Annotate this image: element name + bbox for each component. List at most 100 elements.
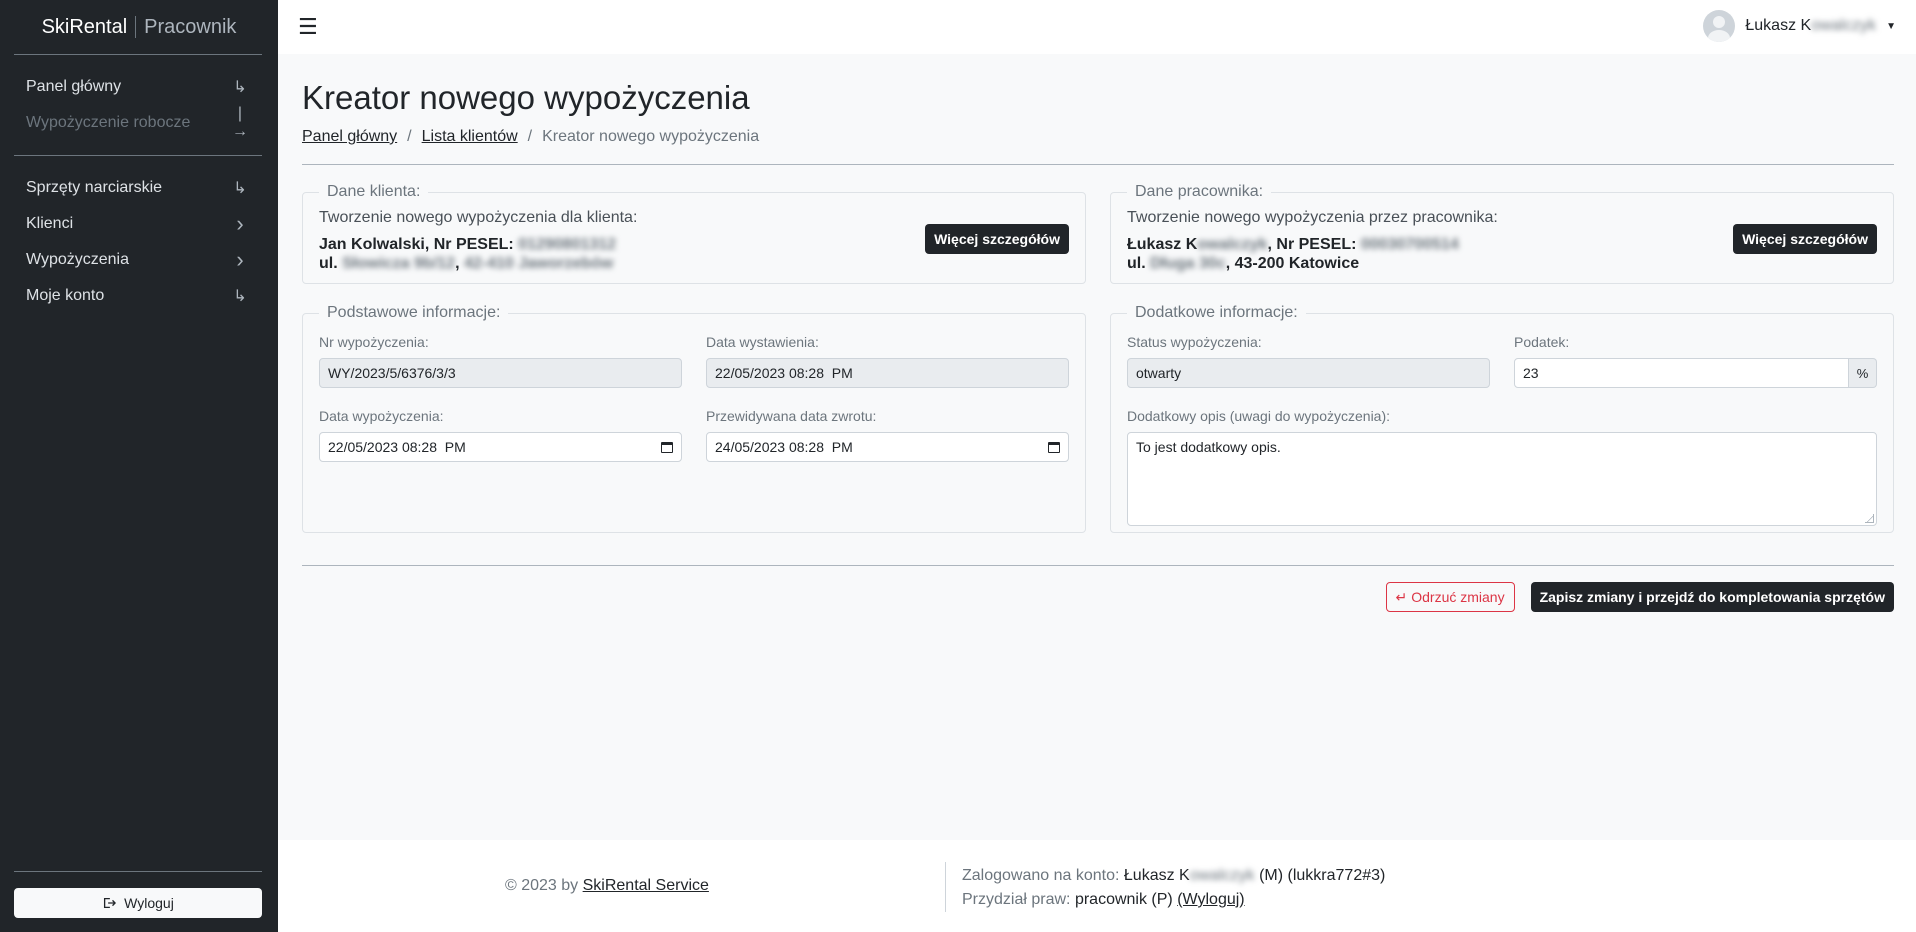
box-arrow-right-icon — [104, 897, 117, 909]
hamburger-menu-icon[interactable]: ☰ — [298, 14, 318, 40]
service-link[interactable]: SkiRental Service — [583, 877, 709, 894]
footer: © 2023 by SkiRental Service Zalogowano n… — [278, 840, 1916, 932]
user-menu[interactable]: Łukasz Kowalczyk ▼ — [1703, 10, 1896, 42]
logged-in-name-blurred: owalczyk — [1189, 867, 1255, 884]
description-label: Dodatkowy opis (uwagi do wypożyczenia): — [1127, 408, 1391, 424]
client-card: Dane klienta: Tworzenie nowego wypożycze… — [302, 183, 1086, 284]
employee-details: Łukasz Kowalczyk, Nr PESEL: 00030700514 … — [1127, 235, 1498, 273]
sidebar-item-label: Wypożyczenia — [26, 251, 130, 268]
arrow-return-left-icon: ↵ — [1395, 588, 1408, 605]
sidebar-item-my-account[interactable]: Moje konto ↳ — [0, 278, 278, 314]
page-title: Kreator nowego wypożyczenia — [302, 79, 750, 116]
brand-name: SkiRental — [41, 15, 128, 38]
section-divider — [302, 164, 1894, 165]
rental-date-input[interactable]: 22/05/2023 08:28 PM — [319, 432, 682, 462]
breadcrumb-current: Kreator nowego wypożyczenia — [542, 128, 760, 145]
sidebar-nav-secondary: Sprzęty narciarskie ↳ Klienci › Wypożycz… — [0, 156, 278, 328]
arrow-return-right-icon: ↳ — [233, 288, 247, 305]
user-name-first: Łukasz K — [1745, 17, 1812, 34]
sidebar: SkiRental Pracownik Panel główny ↳ Wypoż… — [0, 0, 278, 932]
footer-logout-link[interactable]: (Wyloguj) — [1177, 891, 1244, 908]
client-street: Słowicza 9b/12 — [342, 255, 456, 272]
logged-in-line: Zalogowano na konto: Łukasz Kowalczyk (M… — [962, 864, 1385, 888]
breadcrumb-separator: / — [527, 128, 533, 145]
issue-date-label: Data wystawienia: — [706, 334, 819, 350]
tax-group: Podatek: 23 % — [1514, 334, 1877, 388]
arrow-return-right-icon: ↳ — [233, 79, 247, 96]
return-date-group: Przewidywana data zwrotu: 24/05/2023 08:… — [706, 408, 1069, 462]
breadcrumb-dashboard[interactable]: Panel główny — [302, 128, 397, 146]
logged-in-suffix: (M) (lukkra772#3) — [1259, 867, 1386, 884]
section-divider — [302, 565, 1894, 566]
rental-date-group: Data wypożyczenia: 22/05/2023 08:28 PM — [319, 408, 682, 462]
employee-street: Długa 30c — [1150, 255, 1226, 272]
extra-info-legend: Dodatkowe informacje: — [1135, 304, 1298, 321]
sidebar-item-rentals[interactable]: Wypożyczenia › — [0, 242, 278, 278]
rights-label: Przydział praw: — [962, 891, 1071, 908]
employee-name-first: Łukasz K — [1127, 236, 1198, 253]
info-row: Podstawowe informacje: Nr wypożyczenia: … — [302, 304, 1894, 533]
discard-label: Odrzuć zmiany — [1411, 589, 1505, 605]
save-and-continue-button[interactable]: Zapisz zmiany i przejdź do kompletowania… — [1530, 582, 1894, 612]
issue-date-value: 22/05/2023 08:28 PM — [715, 365, 853, 381]
employee-intro: Tworzenie nowego wypożyczenia przez prac… — [1127, 209, 1498, 226]
main-content: Kreator nowego wypożyczenia Panel główny… — [302, 54, 1894, 612]
return-date-input[interactable]: 24/05/2023 08:28 PM — [706, 432, 1069, 462]
employee-details-button[interactable]: Więcej szczegółów — [1733, 224, 1877, 254]
calendar-icon[interactable] — [661, 441, 673, 453]
extra-info-card: Dodatkowe informacje: Status wypożyczeni… — [1110, 304, 1894, 533]
description-group: Dodatkowy opis (uwagi do wypożyczenia): … — [1127, 408, 1877, 526]
employee-card: Dane pracownika: Tworzenie nowego wypoży… — [1110, 183, 1894, 284]
rental-number-value: WY/2023/5/6376/3/3 — [328, 365, 456, 381]
chevron-right-icon: › — [236, 247, 244, 272]
rights-value: pracownik (P) — [1074, 891, 1173, 908]
sidebar-item-label: Klienci — [26, 215, 74, 232]
tax-input[interactable]: 23 — [1514, 358, 1849, 388]
client-card-body: Tworzenie nowego wypożyczenia dla klient… — [319, 205, 1069, 273]
return-date-label: Przewidywana data zwrotu: — [706, 408, 877, 424]
sidebar-item-ski-equipment[interactable]: Sprzęty narciarskie ↳ — [0, 170, 278, 206]
calendar-icon[interactable] — [1048, 441, 1060, 453]
client-details: Jan Kolwalski, Nr PESEL: 01290801312 ul.… — [319, 235, 637, 273]
extra-info-grid: Status wypożyczenia: otwarty Podatek: 23… — [1127, 334, 1877, 526]
footer-session-info: Zalogowano na konto: Łukasz Kowalczyk (M… — [962, 864, 1385, 912]
arrow-return-right-icon: ↳ — [233, 180, 247, 197]
sidebar-item-dashboard[interactable]: Panel główny ↳ — [0, 69, 278, 105]
breadcrumb-separator: / — [407, 128, 412, 145]
avatar — [1703, 10, 1736, 42]
client-details-button[interactable]: Więcej szczegółów — [925, 224, 1069, 254]
description-value: To jest dodatkowy opis. — [1136, 439, 1281, 455]
brand-role: Pracownik — [144, 15, 237, 38]
logout-button[interactable]: Wyloguj — [14, 888, 262, 918]
logged-in-name: Łukasz K — [1123, 867, 1190, 884]
employee-city: , 43-200 Katowice — [1225, 255, 1360, 272]
tax-value: 23 — [1523, 365, 1539, 381]
employee-info: Tworzenie nowego wypożyczenia przez prac… — [1127, 205, 1498, 273]
brand-separator — [135, 16, 137, 38]
issue-date-group: Data wystawienia: 22/05/2023 08:28 PM — [706, 334, 1069, 388]
sidebar-item-clients[interactable]: Klienci › — [0, 206, 278, 242]
topbar: ☰ Łukasz Kowalczyk ▼ — [278, 0, 1916, 54]
sidebar-item-label: Panel główny — [26, 78, 122, 95]
client-address-comma: , — [455, 255, 460, 272]
arrow-bar-right-icon: |→ — [232, 105, 248, 140]
sidebar-divider — [14, 871, 262, 872]
rental-number-group: Nr wypożyczenia: WY/2023/5/6376/3/3 — [319, 334, 682, 388]
breadcrumb-client-list[interactable]: Lista klientów — [422, 128, 518, 146]
breadcrumb: Panel główny / Lista klientów / Kreator … — [302, 128, 1894, 146]
issue-date-field: 22/05/2023 08:28 PM — [706, 358, 1069, 388]
basic-info-card: Podstawowe informacje: Nr wypożyczenia: … — [302, 304, 1086, 533]
logged-in-label: Zalogowano na konto: — [962, 867, 1120, 884]
client-name: Jan Kolwalski, Nr PESEL: — [319, 236, 514, 253]
status-group: Status wypożyczenia: otwarty — [1127, 334, 1490, 388]
return-date-value: 24/05/2023 08:28 PM — [715, 439, 853, 455]
rental-number-label: Nr wypożyczenia: — [319, 334, 429, 350]
client-info: Tworzenie nowego wypożyczenia dla klient… — [319, 205, 637, 273]
description-textarea[interactable]: To jest dodatkowy opis. — [1127, 432, 1877, 526]
rental-number-field: WY/2023/5/6376/3/3 — [319, 358, 682, 388]
basic-info-legend: Podstawowe informacje: — [327, 304, 501, 321]
brand[interactable]: SkiRental Pracownik — [0, 0, 278, 54]
tax-input-group: 23 % — [1514, 358, 1877, 388]
footer-divider — [945, 862, 946, 912]
discard-changes-button[interactable]: ↵ Odrzuć zmiany — [1385, 582, 1515, 612]
